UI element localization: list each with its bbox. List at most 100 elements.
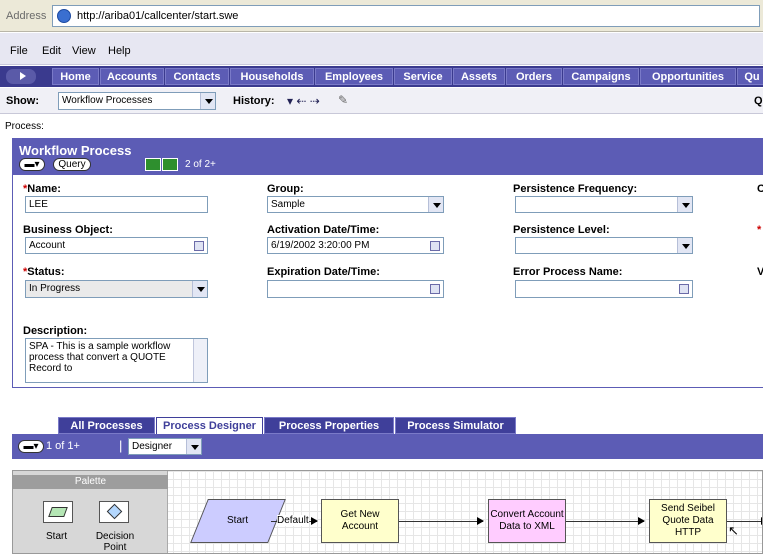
error-process-field[interactable] bbox=[515, 280, 693, 298]
show-select-value: Workflow Processes bbox=[62, 95, 153, 106]
separator: | bbox=[119, 438, 123, 453]
history-label: History: bbox=[233, 95, 275, 107]
scrollbar[interactable] bbox=[193, 339, 207, 382]
tab-households[interactable]: Households bbox=[230, 68, 314, 85]
group-select[interactable]: Sample bbox=[267, 196, 444, 213]
tab-all-processes[interactable]: All Processes bbox=[58, 417, 155, 434]
connector-arrow[interactable] bbox=[566, 517, 645, 525]
designer-record-count: 1 of 1+ bbox=[46, 440, 80, 452]
tab-accounts[interactable]: Accounts bbox=[100, 68, 164, 85]
next-record-icon[interactable] bbox=[162, 158, 178, 171]
tab-quotes[interactable]: Qu bbox=[737, 68, 763, 85]
tab-service[interactable]: Service bbox=[394, 68, 452, 85]
address-bar: Address http://ariba01/callcenter/start.… bbox=[0, 0, 763, 32]
persistence-level-label: Persistence Level: bbox=[513, 224, 610, 236]
send-quote-step[interactable]: Send Seibel Quote Data HTTP bbox=[649, 499, 727, 543]
activation-field[interactable]: 6/19/2002 3:20:00 PM bbox=[267, 237, 444, 254]
mouse-cursor-icon: ↖ bbox=[728, 523, 739, 538]
show-label: Show: bbox=[6, 95, 39, 107]
query-button[interactable]: Query bbox=[53, 158, 91, 171]
tab-home[interactable]: Home bbox=[52, 68, 99, 85]
description-field[interactable]: SPA - This is a sample workflow process … bbox=[25, 338, 208, 383]
convert-xml-step[interactable]: Convert Account Data to XML bbox=[488, 499, 566, 543]
designer-canvas[interactable]: Palette Start Decision Point Start Defau… bbox=[12, 470, 763, 554]
tab-process-simulator[interactable]: Process Simulator bbox=[395, 417, 516, 434]
chevron-down-icon bbox=[186, 439, 201, 454]
tab-campaigns[interactable]: Campaigns bbox=[563, 68, 639, 85]
group-value: Sample bbox=[271, 199, 305, 210]
show-bar: Show: Workflow Processes History: ▾ ⇠ ⇢ … bbox=[0, 88, 763, 114]
menu-button[interactable]: ▬▾ bbox=[18, 440, 44, 453]
edit-icon[interactable]: ✎ bbox=[338, 93, 348, 107]
applet-header: Workflow Process ▬▾ Query 2 of 2+ bbox=[13, 139, 763, 175]
process-breadcrumb: Process: bbox=[5, 121, 44, 132]
back-forward-arrows-icon[interactable]: ▾ ⇠ ⇢ bbox=[287, 94, 320, 108]
url-field[interactable]: http://ariba01/callcenter/start.swe bbox=[52, 5, 760, 27]
menu-edit[interactable]: Edit bbox=[42, 45, 61, 57]
tab-process-designer[interactable]: Process Designer bbox=[156, 417, 263, 434]
default-branch-label: Default bbox=[277, 515, 309, 526]
description-label: Description: bbox=[23, 325, 88, 337]
menu-bar: File Edit View Help bbox=[0, 33, 763, 65]
business-object-field[interactable]: Account bbox=[25, 237, 208, 254]
palette-decision-icon[interactable] bbox=[99, 501, 129, 523]
activation-label: Activation Date/Time: bbox=[267, 224, 380, 236]
url-text: http://ariba01/callcenter/start.swe bbox=[77, 10, 239, 22]
designer-view-select[interactable]: Designer bbox=[128, 438, 202, 455]
chevron-down-icon bbox=[677, 238, 692, 253]
expiration-field[interactable] bbox=[267, 280, 444, 298]
cut-label-1: C bbox=[757, 183, 763, 195]
tab-assets[interactable]: Assets bbox=[453, 68, 505, 85]
tab-opportunities[interactable]: Opportunities bbox=[640, 68, 736, 85]
menu-file[interactable]: File bbox=[10, 45, 28, 57]
calendar-icon[interactable] bbox=[430, 241, 440, 251]
persistence-frequency-select[interactable] bbox=[515, 196, 693, 213]
connector-arrow[interactable] bbox=[399, 517, 484, 525]
connector-arrow[interactable] bbox=[727, 517, 762, 525]
ie-page-icon bbox=[57, 9, 71, 23]
palette-start-label: Start bbox=[46, 531, 68, 542]
tab-orders[interactable]: Orders bbox=[506, 68, 562, 85]
activation-value: 6/19/2002 3:20:00 PM bbox=[271, 240, 370, 251]
persistence-level-select[interactable] bbox=[515, 237, 693, 254]
record-count: 2 of 2+ bbox=[185, 159, 216, 170]
screen-tabs: Home Accounts Contacts Households Employ… bbox=[0, 66, 763, 87]
business-object-value: Account bbox=[29, 240, 66, 251]
cut-label-3: V bbox=[757, 266, 763, 278]
name-field[interactable]: LEE bbox=[25, 196, 208, 213]
previous-record-icon[interactable] bbox=[145, 158, 161, 171]
business-object-label: Business Object: bbox=[23, 224, 113, 236]
tab-contacts[interactable]: Contacts bbox=[165, 68, 229, 85]
start-step-label: Start bbox=[227, 515, 249, 526]
get-new-account-step[interactable]: Get New Account bbox=[321, 499, 399, 543]
persistence-frequency-label: Persistence Frequency: bbox=[513, 183, 638, 195]
status-label: *Status: bbox=[23, 266, 65, 278]
menu-help[interactable]: Help bbox=[108, 45, 131, 57]
group-label: Group: bbox=[267, 183, 304, 195]
designer-toolbar: ▬▾ 1 of 1+ | Designer bbox=[12, 434, 763, 459]
chevron-down-icon bbox=[200, 93, 215, 109]
menu-view[interactable]: View bbox=[72, 45, 96, 57]
tab-scroll-icon[interactable] bbox=[6, 69, 36, 84]
picklist-icon bbox=[194, 241, 204, 251]
workflow-process-applet: Workflow Process ▬▾ Query 2 of 2+ *Name:… bbox=[12, 138, 763, 388]
status-value: In Progress bbox=[29, 283, 81, 294]
menu-button[interactable]: ▬▾ bbox=[19, 158, 45, 171]
calendar-icon[interactable] bbox=[430, 284, 440, 294]
tab-employees[interactable]: Employees bbox=[315, 68, 393, 85]
show-select[interactable]: Workflow Processes bbox=[58, 92, 216, 110]
palette-panel: Palette Start Decision Point bbox=[13, 471, 168, 553]
status-select[interactable]: In Progress bbox=[25, 280, 208, 298]
description-value: SPA - This is a sample workflow process … bbox=[29, 341, 171, 374]
tab-process-properties[interactable]: Process Properties bbox=[264, 417, 394, 434]
palette-start-icon[interactable] bbox=[43, 501, 73, 523]
step-label: Get New Account bbox=[340, 509, 380, 532]
error-process-label: Error Process Name: bbox=[513, 266, 623, 278]
palette-decision-label: Decision Point bbox=[95, 531, 135, 553]
step-label: Convert Account Data to XML bbox=[490, 509, 564, 532]
address-label: Address bbox=[6, 10, 47, 22]
name-label: *Name: bbox=[23, 183, 61, 195]
step-label: Send Seibel Quote Data HTTP bbox=[661, 503, 715, 538]
picklist-icon bbox=[679, 284, 689, 294]
toolbar-cut-text: Q bbox=[754, 95, 763, 107]
